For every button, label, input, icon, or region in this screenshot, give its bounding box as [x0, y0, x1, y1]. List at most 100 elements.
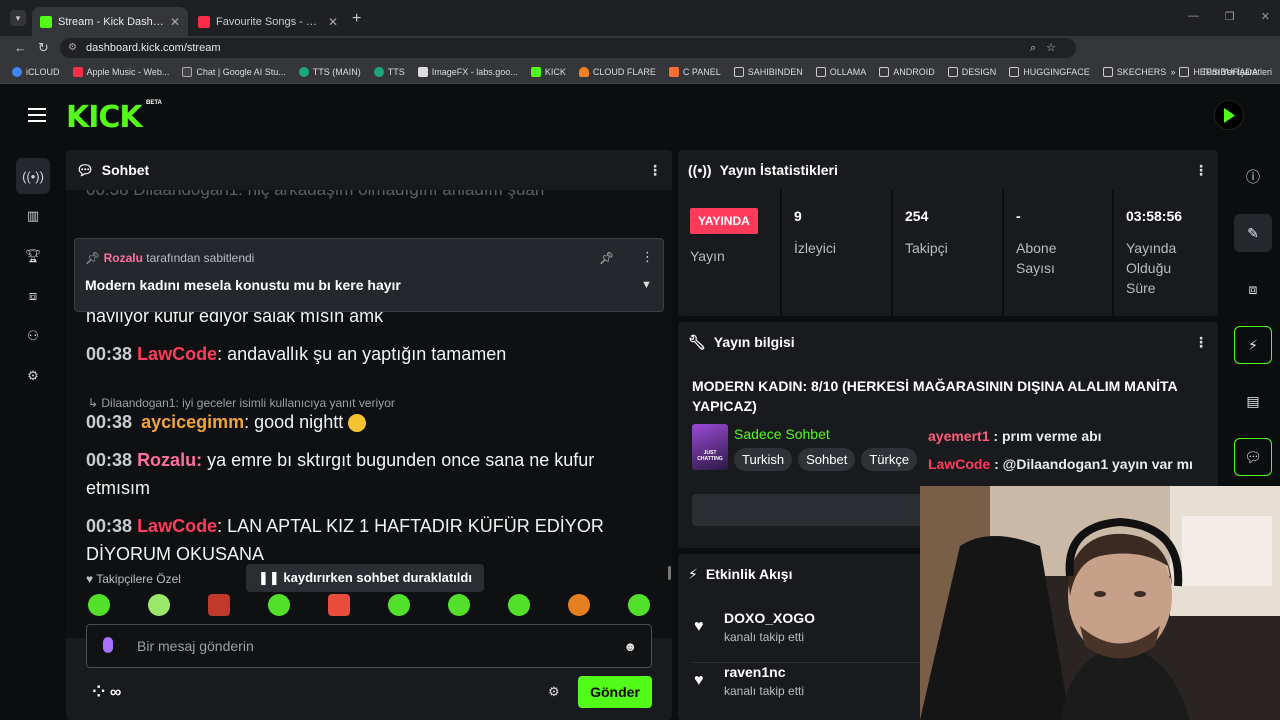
community-icon[interactable]: ⚇ — [16, 318, 50, 354]
emote-icon[interactable] — [568, 594, 590, 616]
close-tab-icon[interactable]: ✕ — [328, 15, 338, 29]
camera-icon[interactable]: ⧈ — [1234, 270, 1272, 308]
zoom-icon[interactable]: ⌕ — [1030, 42, 1046, 54]
emote-icon[interactable] — [148, 594, 170, 616]
chat-panel: 💬︎ Sohbet ⋮ 00:38 Dilaandogan1: hiç arka… — [66, 150, 672, 720]
bookmark-item[interactable]: KICK — [530, 66, 566, 77]
emote-icon[interactable] — [628, 594, 650, 616]
scrollbar[interactable] — [668, 566, 671, 580]
bookmark-item[interactable]: Apple Music - Web... — [72, 66, 169, 77]
chat-settings-icon[interactable]: ⚙ — [548, 684, 560, 700]
omnibox-actions: ⌕☆ — [1030, 38, 1066, 58]
category-thumbnail[interactable]: JUST CHATTING — [692, 424, 728, 470]
reload-icon[interactable]: ↻ — [38, 40, 49, 56]
message-text: : good nightt — [244, 412, 344, 432]
emote-icon[interactable] — [388, 594, 410, 616]
stream-stats-panel: ((•)) Yayın İstatistikleri ⋮ YAYINDA Yay… — [678, 150, 1218, 316]
emote-icon[interactable] — [208, 594, 230, 616]
activity-user[interactable]: DOXO_XOGO — [724, 610, 815, 626]
back-icon[interactable]: ← — [14, 40, 27, 55]
bookmarks-overflow[interactable]: » — [1170, 67, 1175, 77]
chevron-down-icon[interactable]: ▼ — [641, 279, 652, 291]
followers-only-text: Takipçilere Özel — [96, 572, 181, 586]
more-options-icon[interactable]: ⋮ — [1194, 162, 1208, 179]
lightning-icon[interactable]: ⚡︎ — [1234, 326, 1272, 364]
message-user[interactable]: LawCode — [137, 516, 217, 536]
pinned-message[interactable]: 📌︎ Rozalu tarafından sabitlendi Modern k… — [74, 238, 664, 312]
url-input[interactable]: ⚙ dashboard.kick.com/stream ⌕☆ — [60, 38, 1076, 58]
bookmark-icon — [530, 66, 541, 77]
analytics-icon[interactable]: ▥ — [16, 198, 50, 234]
pinned-by-user[interactable]: Rozalu — [104, 251, 143, 265]
more-options-icon[interactable]: ⋮ — [1194, 334, 1208, 351]
emote-bar — [88, 594, 650, 616]
chat-icon[interactable]: 💬︎ — [1234, 438, 1272, 476]
bookmark-item[interactable]: TTS (MAIN) — [298, 66, 361, 77]
go-live-icon[interactable] — [1214, 100, 1244, 130]
stat-label: Takipçi — [905, 240, 948, 256]
tab-apple-music[interactable]: Favourite Songs - Playlist - App ✕ — [190, 7, 346, 36]
clip-icon[interactable]: ⧈ — [16, 278, 50, 314]
activity-user[interactable]: raven1nc — [724, 664, 785, 680]
bookmark-folder[interactable]: ANDROID — [879, 66, 935, 77]
more-options-icon[interactable]: ⋮ — [648, 162, 662, 179]
stat-viewers: 9 İzleyici — [782, 190, 893, 316]
minimize-icon[interactable]: — — [1188, 10, 1199, 23]
menu-icon[interactable] — [28, 108, 46, 122]
emoji-picker-icon[interactable]: ☻ — [623, 639, 637, 654]
emote-icon[interactable] — [268, 594, 290, 616]
message-user[interactable]: aycicegimm — [141, 412, 244, 432]
tab-kick-dashboard[interactable]: Stream - Kick Dashboard ✕ — [32, 7, 188, 36]
send-button[interactable]: Gönder — [578, 676, 652, 708]
trophy-icon[interactable]: 🏆︎ — [16, 238, 50, 274]
bookmark-item[interactable]: CLOUD FLARE — [578, 66, 656, 77]
sad-emoji-icon — [348, 414, 367, 433]
new-tab-icon[interactable]: + — [352, 10, 361, 28]
bookmark-folder[interactable]: SAHIBINDEN — [733, 66, 803, 77]
emote-icon[interactable] — [328, 594, 350, 616]
close-tab-icon[interactable]: ✕ — [170, 15, 180, 29]
kick-favicon-icon — [40, 15, 52, 28]
bookmark-item[interactable]: ImageFX - labs.goo... — [417, 66, 518, 77]
bookmark-item[interactable]: Chat | Google AI Stu... — [182, 66, 286, 77]
broadcast-icon[interactable]: ((•)) — [16, 158, 50, 194]
tab-search-icon[interactable]: ▾ — [10, 10, 26, 26]
bookmark-star-icon[interactable]: ☆ — [1046, 42, 1066, 54]
bookmark-folder[interactable]: HUGGINGFACE — [1009, 66, 1090, 77]
edit-icon[interactable]: ✎ — [1234, 214, 1272, 252]
restore-icon[interactable]: ❐ — [1225, 10, 1235, 23]
chat-extras-icon[interactable]: ⁘ ∞ — [92, 682, 121, 702]
bookmark-folder[interactable]: DESIGN — [947, 66, 996, 77]
microphone-icon[interactable] — [103, 637, 113, 653]
unpin-icon[interactable]: 📌︎ — [599, 251, 614, 265]
bookmark-item[interactable]: iCLOUD — [12, 66, 60, 77]
bookmark-folder[interactable]: SKECHERS — [1102, 66, 1166, 77]
close-window-icon[interactable]: ✕ — [1261, 10, 1270, 23]
bookmark-item[interactable]: C PANEL — [668, 66, 721, 77]
emote-icon[interactable] — [448, 594, 470, 616]
category-name[interactable]: Sadece Sohbet — [734, 426, 830, 442]
site-info-icon[interactable]: ⚙ — [68, 38, 77, 58]
emote-icon[interactable] — [88, 594, 110, 616]
bookmark-folder[interactable]: OLLAMA — [815, 66, 866, 77]
message-input[interactable]: Bir mesaj gönderin ☻ — [86, 624, 652, 668]
tag[interactable]: Türkçe — [861, 448, 918, 471]
message-user[interactable]: Rozalu: — [137, 450, 202, 470]
kick-logo[interactable]: KICK — [66, 100, 143, 135]
message-user[interactable]: LawCode — [137, 344, 217, 364]
overlay-chat-line: ayemert1 : prım verme abı — [928, 428, 1102, 444]
all-bookmarks[interactable]: » Tüm Yer İşaretleri — [1170, 67, 1272, 77]
kick-dashboard: KICK BETA ((•)) ▥ 🏆︎ ⧈ ⚇ ⚙ 💬︎ Sohbet ⋮ 0… — [0, 84, 1280, 720]
chat-paused-banner[interactable]: ❚❚ kaydırırken sohbet duraklatıldı — [246, 564, 484, 592]
chat-bubble-icon: 💬︎ — [76, 161, 94, 178]
chat-messages[interactable]: 00:38 Dilaandogan1: hiç arkadaşım olmadı… — [66, 190, 672, 638]
settings-icon[interactable]: ⚙ — [16, 358, 50, 394]
pinned-more-icon[interactable]: ⋮ — [641, 249, 654, 265]
bookmark-item[interactable]: TTS — [373, 66, 405, 77]
tag[interactable]: Sohbet — [798, 448, 856, 471]
tag[interactable]: Turkish — [734, 448, 793, 471]
bookmark-icon — [72, 66, 83, 77]
document-icon[interactable]: ▤ — [1234, 382, 1272, 420]
emote-icon[interactable] — [508, 594, 530, 616]
info-icon[interactable]: ⓘ — [1234, 158, 1272, 196]
